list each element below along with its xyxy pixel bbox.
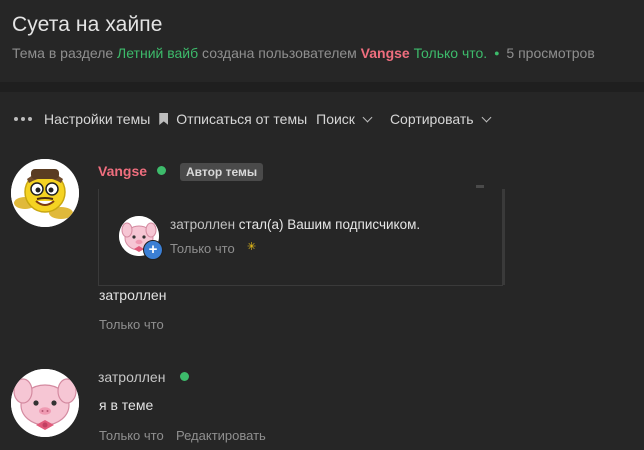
thread-settings-button[interactable]: Настройки темы: [14, 111, 150, 127]
post-time[interactable]: Только что: [99, 428, 164, 443]
search-dropdown[interactable]: Поиск: [316, 111, 373, 127]
created-time[interactable]: Только что.: [414, 45, 488, 61]
emoji-avatar-icon: [11, 159, 79, 227]
post-message: я в теме: [99, 397, 154, 413]
bookmark-icon: [159, 113, 169, 125]
notification-text: затроллен стал(а) Вашим подписчиком.: [170, 217, 420, 232]
post-message: затроллен: [99, 287, 167, 303]
post-time[interactable]: Только что: [99, 317, 164, 332]
thread-settings-label: Настройки темы: [44, 111, 151, 127]
embed-edge-mark: [476, 185, 484, 188]
notification-user: затроллен: [170, 217, 236, 232]
thread-meta: Тема в разделе Летний вайб создана польз…: [12, 45, 595, 61]
notification-action: стал(а) Вашим подписчиком.: [238, 217, 421, 232]
unsubscribe-label: Отписаться от темы: [176, 111, 308, 127]
more-dots-icon: [14, 117, 35, 121]
online-indicator-icon: [180, 372, 189, 381]
pig-avatar-icon: [11, 369, 79, 437]
meta-prefix: Тема в разделе: [12, 45, 114, 61]
avatar[interactable]: [11, 159, 79, 227]
sort-dropdown[interactable]: Сортировать: [389, 111, 492, 127]
notification-time: Только что: [170, 241, 235, 256]
post-username[interactable]: затроллен: [98, 369, 165, 385]
views-count: 5 просмотров: [506, 45, 595, 61]
sort-label: Сортировать: [389, 111, 474, 127]
search-label: Поиск: [316, 111, 355, 127]
author-link[interactable]: Vangse: [361, 45, 410, 61]
chevron-down-icon: [481, 112, 492, 122]
unsubscribe-button[interactable]: Отписаться от темы: [159, 111, 307, 127]
author-badge: Автор темы: [180, 163, 264, 181]
meta-mid: создана пользователем: [202, 45, 357, 61]
avatar[interactable]: [11, 369, 79, 437]
thread-title: Суета на хайпе: [12, 13, 163, 36]
header-divider: [0, 82, 644, 92]
edit-link[interactable]: Редактировать: [176, 428, 266, 443]
post-username[interactable]: Vangse: [98, 163, 147, 179]
online-indicator-icon: [157, 166, 166, 175]
chevron-down-icon: [362, 112, 373, 122]
thread-header: Суета на хайпе Тема в разделе Летний вай…: [0, 0, 644, 82]
thread-toolbar: Настройки темы Отписаться от темы Поиск …: [14, 110, 499, 128]
star-icon: ✳: [247, 241, 257, 253]
section-link[interactable]: Летний вайб: [117, 45, 198, 61]
embedded-screenshot: + затроллен стал(а) Вашим подписчиком. Т…: [98, 185, 505, 286]
plus-icon: +: [143, 240, 163, 260]
separator-dot-icon: ●: [494, 48, 500, 58]
